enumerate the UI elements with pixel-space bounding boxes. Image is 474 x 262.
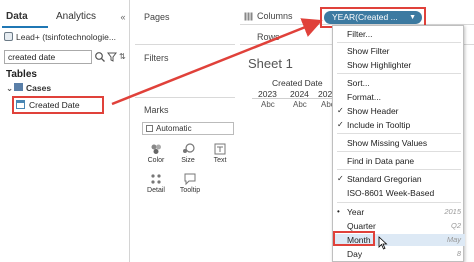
menu-item-label: Format... — [347, 92, 382, 102]
menu-item-label: ISO-8601 Week-Based — [347, 188, 435, 198]
menu-item-label: Quarter — [347, 221, 376, 231]
detail-icon — [151, 174, 161, 184]
menu-item-year[interactable]: • Year 2015 — [333, 206, 465, 218]
marks-text-button[interactable]: Text — [206, 140, 234, 168]
rows-shelf-label: Rows — [257, 32, 280, 42]
menu-item-label: Day — [347, 249, 363, 259]
marks-color-label: Color — [147, 157, 165, 164]
tables-heading: Tables — [6, 69, 37, 80]
tooltip-icon — [184, 173, 196, 186]
menu-item-format[interactable]: Format... — [333, 91, 465, 103]
filters-card-title: Filters — [144, 53, 169, 63]
marks-tooltip-label: Tooltip — [179, 187, 201, 194]
marks-color-button[interactable]: Color — [142, 140, 170, 168]
menu-item-show-highlighter[interactable]: Show Highlighter — [333, 59, 465, 71]
menu-check: • — [337, 207, 340, 216]
marks-detail-button[interactable]: Detail — [142, 170, 170, 198]
marks-tooltip-button[interactable]: Tooltip — [174, 170, 206, 198]
mark-type-icon — [146, 125, 153, 132]
text-icon — [214, 143, 226, 155]
table-name: Cases — [26, 83, 52, 93]
active-tab-indicator — [2, 26, 48, 28]
size-icon — [183, 143, 195, 153]
menu-divider — [337, 169, 461, 170]
cell-placeholder: Abc — [293, 100, 307, 109]
marks-size-label: Size — [181, 157, 195, 164]
menu-item-label: Show Filter — [347, 46, 390, 56]
menu-item-show-header[interactable]: ✓ Show Header — [333, 105, 465, 117]
menu-item-label: Include in Tooltip — [347, 120, 411, 130]
table-icon — [14, 83, 23, 91]
marks-text-label: Text — [213, 157, 227, 164]
mark-type-value: Automatic — [156, 124, 192, 133]
menu-item-label: Show Highlighter — [347, 60, 412, 70]
datasource-icon — [4, 32, 13, 41]
menu-item-day[interactable]: Day 8 — [333, 248, 465, 260]
sort-icon[interactable]: ⇅ — [119, 51, 129, 63]
marks-detail-label: Detail — [147, 187, 165, 194]
menu-check: ✓ — [337, 174, 344, 183]
menu-divider — [337, 42, 461, 43]
month-highlight-box — [333, 231, 375, 246]
menu-item-find-in-data-pane[interactable]: Find in Data pane — [333, 155, 465, 167]
datasource-item[interactable]: Lead+ (tsinfotechnologie... — [4, 30, 128, 44]
menu-item-show-filter[interactable]: Show Filter — [333, 45, 465, 57]
menu-item-label: Standard Gregorian — [347, 174, 422, 184]
pill-context-menu: Filter... Show Filter Show Highlighter S… — [332, 25, 465, 262]
collapse-pane-icon[interactable]: « — [117, 11, 129, 23]
menu-item-include-in-tooltip[interactable]: ✓ Include in Tooltip — [333, 119, 465, 131]
menu-item-iso-8601[interactable]: ISO-8601 Week-Based — [333, 187, 465, 199]
menu-item-label: Find in Data pane — [347, 156, 415, 166]
menu-divider — [337, 202, 461, 203]
menu-item-label: Year — [347, 207, 365, 217]
header-divider — [252, 98, 332, 99]
menu-check: ✓ — [337, 106, 344, 115]
search-icon[interactable] — [94, 51, 106, 63]
field-search-input[interactable] — [5, 51, 91, 63]
menu-item-standard-gregorian[interactable]: ✓ Standard Gregorian — [333, 173, 465, 185]
sheet-title: Sheet 1 — [248, 56, 293, 71]
field-label: Created Date — [29, 100, 80, 110]
filter-icon[interactable] — [107, 51, 117, 63]
mouse-cursor-icon — [378, 236, 388, 250]
menu-item-label: Show Missing Values — [347, 138, 428, 148]
pages-card[interactable] — [135, 5, 235, 45]
menu-item-sort[interactable]: Sort... — [333, 77, 465, 89]
tab-analytics[interactable]: Analytics — [56, 8, 96, 26]
menu-item-label: Sort... — [347, 78, 370, 88]
menu-item-example: Q2 — [450, 221, 461, 230]
cell-placeholder: Abc — [261, 100, 275, 109]
columns-shelf-label: Columns — [257, 11, 293, 21]
calendar-icon — [16, 100, 25, 109]
menu-divider — [337, 151, 461, 152]
columns-icon — [244, 12, 253, 21]
pages-card-title: Pages — [144, 12, 170, 22]
field-search-box[interactable] — [4, 50, 92, 64]
menu-item-example: 2015 — [444, 207, 461, 216]
data-pane-tabs: Data Analytics — [0, 8, 130, 26]
table-cases[interactable]: ⌄ Cases — [6, 82, 51, 94]
datasource-label: Lead+ (tsinfotechnologie... — [16, 32, 116, 42]
menu-divider — [337, 133, 461, 134]
tab-data[interactable]: Data — [6, 8, 28, 26]
menu-item-example: 8 — [456, 249, 461, 258]
marks-card-title: Marks — [144, 105, 169, 115]
menu-item-label: Filter... — [347, 29, 373, 39]
menu-item-show-missing-values[interactable]: Show Missing Values — [333, 137, 465, 149]
menu-item-filter[interactable]: Filter... — [333, 28, 465, 40]
menu-divider — [337, 73, 461, 74]
chevron-down-icon[interactable]: ⌄ — [6, 82, 14, 94]
menu-item-label: Show Header — [347, 106, 399, 116]
menu-item-example: May — [446, 235, 461, 244]
color-icon — [151, 144, 161, 154]
column-header-title: Created Date — [272, 78, 323, 88]
menu-check: ✓ — [337, 120, 344, 129]
field-created-date[interactable]: Created Date — [12, 96, 104, 114]
marks-size-button[interactable]: Size — [174, 140, 202, 168]
mark-type-select[interactable]: Automatic — [142, 122, 234, 135]
